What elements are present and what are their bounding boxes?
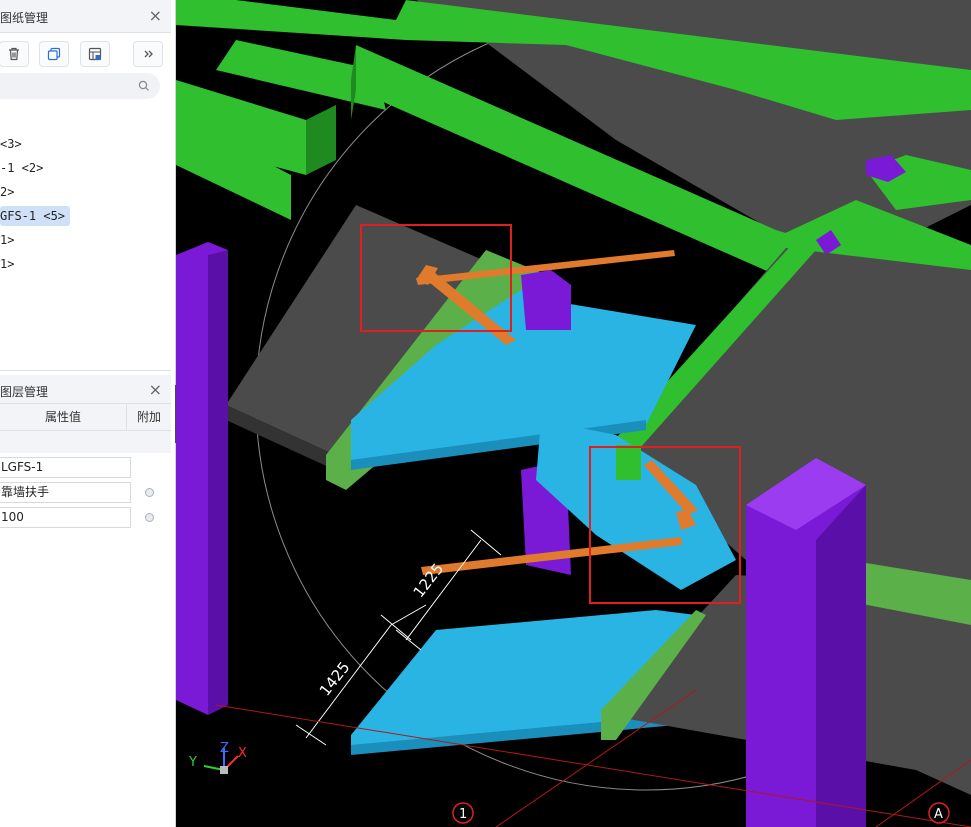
tree-item[interactable]: 1> — [0, 254, 19, 274]
search-input[interactable] — [4, 77, 128, 97]
column-center-top[interactable] — [521, 270, 571, 330]
beam-stub[interactable] — [616, 445, 641, 480]
tree-item[interactable]: <3> — [0, 134, 27, 154]
attach-radio[interactable] — [145, 513, 154, 522]
delete-button[interactable] — [0, 41, 29, 67]
trash-icon — [9, 47, 19, 61]
more-icon — [144, 50, 153, 58]
beam-side — [351, 45, 356, 120]
tree-item[interactable]: 2> — [0, 182, 19, 202]
search-icon[interactable] — [138, 80, 150, 92]
property-group-row — [0, 431, 171, 453]
grid-marker-a-label: A — [934, 807, 943, 822]
more-button[interactable] — [133, 41, 163, 67]
property-value-field[interactable]: 靠墙扶手 — [0, 482, 131, 503]
copy-icon — [47, 47, 61, 61]
3d-viewport[interactable]: 1425 1225 1 A Y Z X — [176, 0, 971, 827]
left-panel: 图纸管理 × <3> -1 <2> 2> GFS-1 <5> 1> 1> 图层管… — [0, 0, 176, 827]
layer-panel-header: 图层管理 × — [0, 375, 171, 404]
layer-panel-close-icon[interactable]: × — [149, 380, 162, 399]
column-left-side — [208, 250, 228, 715]
tree-item-selected[interactable]: GFS-1 <5> — [0, 206, 71, 226]
grid-marker-1-label: 1 — [459, 807, 467, 822]
copy-button[interactable] — [39, 41, 69, 67]
drawing-panel-close-icon[interactable]: × — [149, 6, 162, 25]
tree-item[interactable]: 1> — [0, 230, 19, 250]
column-header-extra: 附加 — [127, 404, 171, 431]
property-value-field[interactable]: LGFS-1 — [0, 457, 131, 478]
layer-panel-title: 图层管理 — [0, 385, 49, 399]
column-header-value: 属性值 — [0, 404, 127, 431]
search-box — [0, 73, 160, 99]
property-value-field[interactable]: 100 — [0, 507, 131, 528]
axis-label-y: Y — [188, 755, 197, 770]
attach-radio[interactable] — [145, 488, 154, 497]
column-right-side — [816, 485, 866, 827]
drawing-panel-header: 图纸管理 × — [0, 0, 171, 33]
panel-divider — [0, 370, 171, 371]
layer-button[interactable] — [80, 41, 110, 67]
dimension-label-1425: 1425 — [316, 658, 354, 699]
axis-label-z: Z — [220, 741, 229, 756]
tree-item[interactable]: -1 <2> — [0, 158, 48, 178]
axis-label-x: X — [238, 746, 247, 761]
drawing-panel-title: 图纸管理 — [0, 11, 49, 25]
layer-icon — [88, 47, 102, 61]
beam-side — [306, 105, 336, 175]
